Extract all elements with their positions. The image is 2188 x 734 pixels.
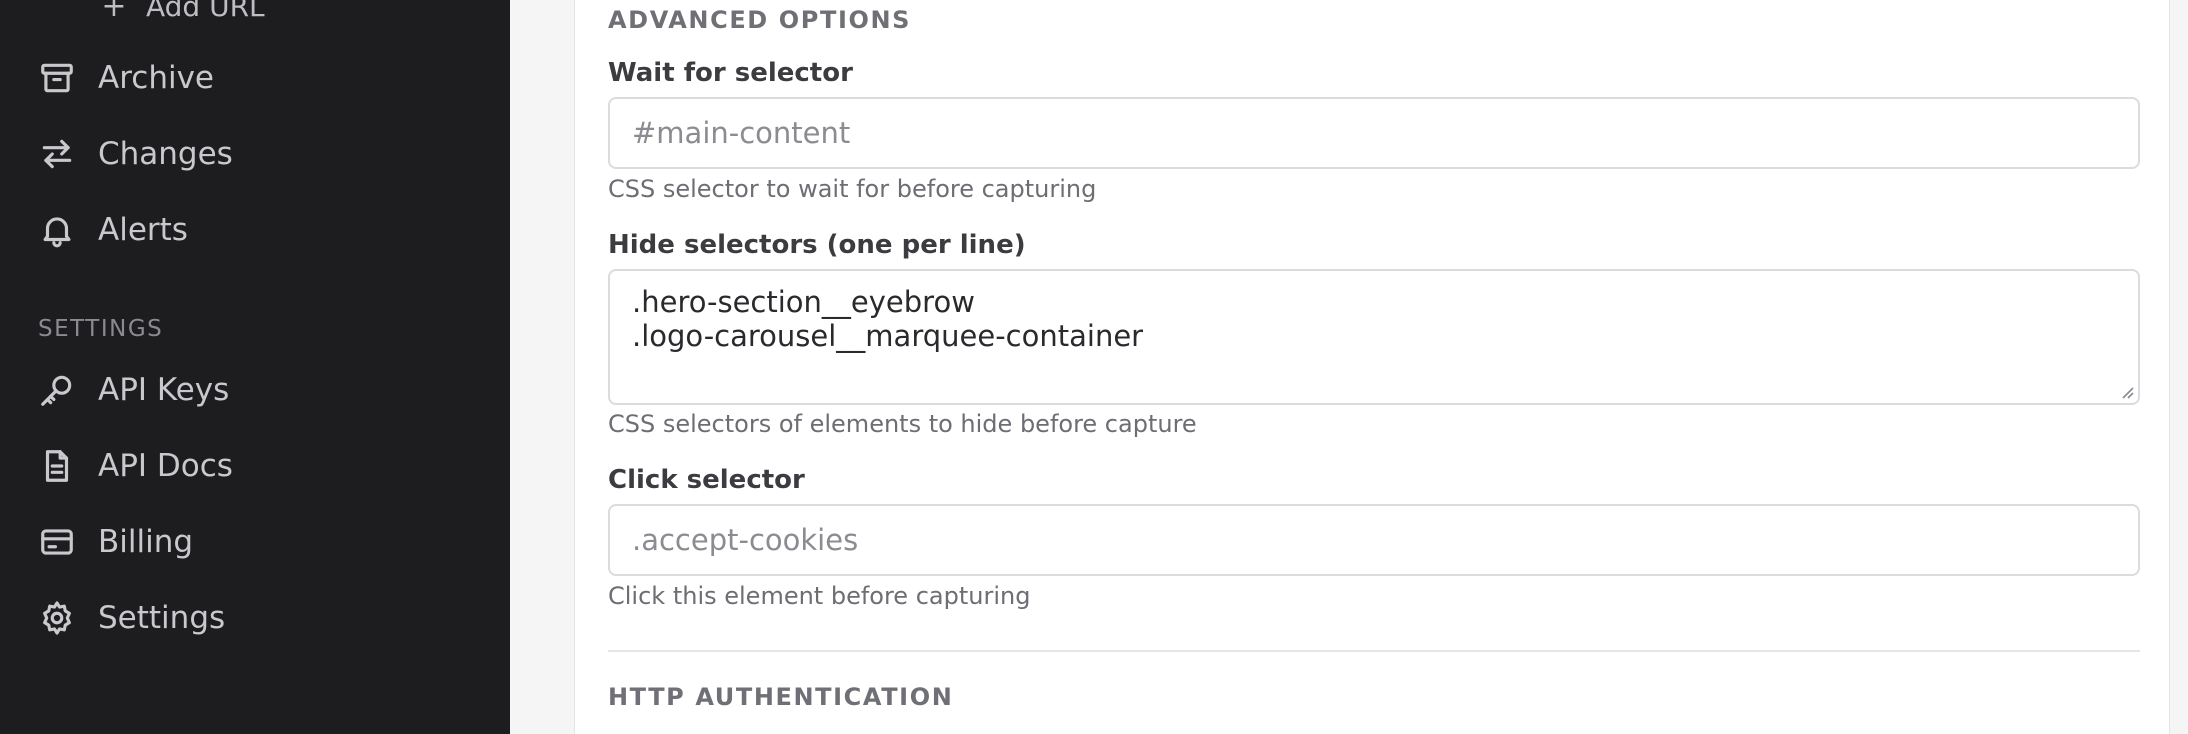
sidebar-item-label: Alerts [98,212,188,248]
gear-icon [38,599,76,637]
sidebar: + Add URL Archive Changes Alerts SETTING… [0,0,510,734]
wait-for-selector-placeholder: #main-content [632,116,851,150]
sidebar-item-label: Billing [98,524,194,560]
sidebar-item-api-docs[interactable]: API Docs [38,438,478,494]
wait-for-selector-input[interactable]: #main-content [608,97,2140,169]
hide-selectors-textarea[interactable]: .hero-section__eyebrow .logo-carousel__m… [608,269,2140,405]
click-selector-help: Click this element before capturing [608,582,1031,610]
click-selector-input[interactable]: .accept-cookies [608,504,2140,576]
sidebar-item-archive[interactable]: Archive [38,50,478,106]
advanced-options-heading: ADVANCED OPTIONS [608,6,912,34]
bell-icon [38,211,76,249]
hide-selector-line: .hero-section__eyebrow [632,285,975,319]
click-selector-placeholder: .accept-cookies [632,523,859,557]
sidebar-item-changes[interactable]: Changes [38,126,478,182]
hide-selectors-label: Hide selectors (one per line) [608,230,1026,260]
add-url-button[interactable]: + Add URL [100,0,265,24]
sidebar-item-api-keys[interactable]: API Keys [38,362,478,418]
sidebar-item-label: API Keys [98,372,230,408]
plus-icon: + [101,0,127,24]
key-icon [38,371,76,409]
sidebar-item-billing[interactable]: Billing [38,514,478,570]
click-selector-label: Click selector [608,465,805,495]
section-divider [608,650,2140,652]
wait-for-selector-label: Wait for selector [608,58,853,88]
add-url-label: Add URL [146,0,265,23]
http-authentication-heading: HTTP AUTHENTICATION [608,683,954,711]
wait-for-selector-help: CSS selector to wait for before capturin… [608,175,1097,203]
resize-handle-icon[interactable] [2118,383,2134,399]
main-content: ADVANCED OPTIONS Wait for selector #main… [510,0,2188,734]
sidebar-item-label: Archive [98,60,214,96]
hide-selector-line: .logo-carousel__marquee-container [632,319,1144,353]
sidebar-item-settings[interactable]: Settings [38,590,478,646]
sidebar-item-label: Settings [98,600,226,636]
arrows-exchange-icon [38,135,76,173]
hide-selectors-help: CSS selectors of elements to hide before… [608,410,1197,438]
app-root: + Add URL Archive Changes Alerts SETTING… [0,0,2188,734]
sidebar-item-alerts[interactable]: Alerts [38,202,478,258]
document-icon [38,447,76,485]
credit-card-icon [38,523,76,561]
archive-icon [38,59,76,97]
sidebar-item-label: Changes [98,136,233,172]
settings-section-label: SETTINGS [38,316,164,342]
sidebar-item-label: API Docs [98,448,233,484]
